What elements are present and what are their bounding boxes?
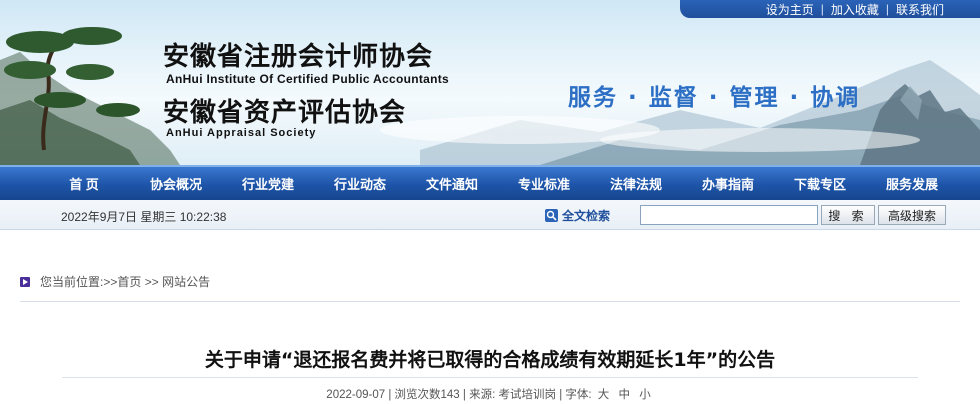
slogan: 服务 · 监督 · 管理 · 协调 xyxy=(568,85,861,111)
title-divider xyxy=(62,377,918,378)
utility-bar: 2022年9月7日 星期三 10:22:38 全文检索 搜 索 高级搜索 xyxy=(0,200,980,230)
fulltext-search-label: 全文检索 xyxy=(562,209,611,223)
org-name-cpa-cn: 安徽省注册会计师协会 xyxy=(163,42,434,72)
article-meta: 2022-09-07 | 浏览次数143 | 来源: 考试培训岗 | 字体: 大… xyxy=(326,389,651,401)
nav-item-industry-news[interactable]: 行业动态 xyxy=(314,174,406,193)
nav-item-downloads[interactable]: 下载专区 xyxy=(774,174,866,193)
font-size-small[interactable]: 小 xyxy=(639,389,651,401)
nav-item-guide[interactable]: 办事指南 xyxy=(682,174,774,193)
breadcrumb: 您当前位置:>> 首页 >> 网站公告 xyxy=(20,273,210,290)
breadcrumb-home-link[interactable]: 首页 xyxy=(117,273,141,290)
nav-item-laws[interactable]: 法律法规 xyxy=(590,174,682,193)
contact-us-link[interactable]: 联系我们 xyxy=(896,1,944,18)
article-date: 2022-09-07 xyxy=(326,389,386,401)
breadcrumb-prefix: 您当前位置:>> xyxy=(40,275,118,289)
views-count: 143 xyxy=(440,389,460,401)
source-label: 来源: xyxy=(469,389,496,401)
nav-item-home[interactable]: 首 页 xyxy=(38,174,130,193)
org-name-appraisal-en: AnHui Appraisal Society xyxy=(166,127,317,139)
font-size-medium[interactable]: 中 xyxy=(619,389,631,401)
separator: | xyxy=(820,2,824,16)
org-name-appraisal-cn: 安徽省资产评估协会 xyxy=(163,98,407,128)
nav-item-services[interactable]: 服务发展 xyxy=(866,174,958,193)
search-button[interactable]: 搜 索 xyxy=(821,205,875,225)
separator: | xyxy=(885,2,889,16)
current-datetime: 2022年9月7日 星期三 10:22:38 xyxy=(61,210,227,224)
article-title: 关于申请“退还报名费并将已取得的合格成绩有效期延长1年”的公告 xyxy=(204,349,776,371)
search-input[interactable] xyxy=(640,205,818,225)
font-size-large[interactable]: 大 xyxy=(598,389,610,401)
article-source: 考试培训岗 xyxy=(498,389,557,401)
nav-item-party-building[interactable]: 行业党建 xyxy=(222,174,314,193)
nav-item-about[interactable]: 协会概况 xyxy=(130,174,222,193)
nav-item-notices[interactable]: 文件通知 xyxy=(406,174,498,193)
nav-item-standards[interactable]: 专业标准 xyxy=(498,174,590,193)
fulltext-search-link[interactable]: 全文检索 xyxy=(545,207,610,224)
font-size-label: 字体: xyxy=(565,389,592,401)
main-nav: 首 页 协会概况 行业党建 行业动态 文件通知 专业标准 法律法规 办事指南 下… xyxy=(0,165,980,200)
advanced-search-button[interactable]: 高级搜索 xyxy=(878,205,946,225)
org-name-cpa-en: AnHui Institute Of Certified Public Acco… xyxy=(166,72,449,86)
add-favorite-link[interactable]: 加入收藏 xyxy=(831,1,879,18)
top-links-bar: 设为主页 | 加入收藏 | 联系我们 xyxy=(680,0,980,18)
views-label: 浏览次数 xyxy=(394,389,441,401)
breadcrumb-bar: 您当前位置:>> 首页 >> 网站公告 xyxy=(20,262,960,302)
breadcrumb-separator: >> xyxy=(144,274,159,289)
header-banner: 设为主页 | 加入收藏 | 联系我们 安徽省注册会计师协会 AnHui Inst… xyxy=(0,0,980,165)
set-homepage-link[interactable]: 设为主页 xyxy=(766,1,814,18)
arrow-marker-icon xyxy=(20,276,30,287)
breadcrumb-section-link[interactable]: 网站公告 xyxy=(162,273,210,290)
search-icon xyxy=(545,209,558,222)
